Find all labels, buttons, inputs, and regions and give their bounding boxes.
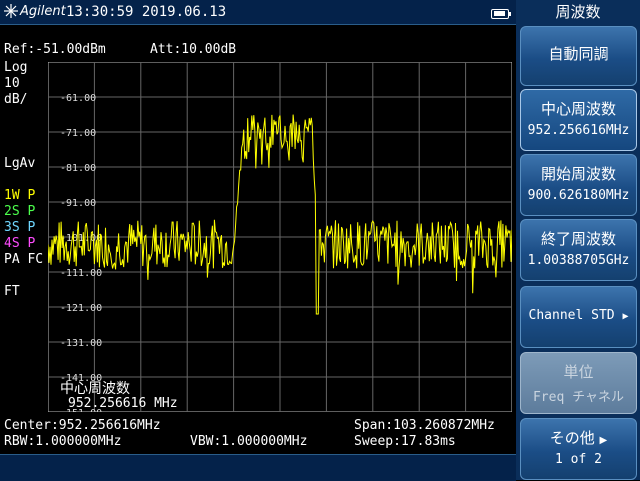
unit-options: Freq チャネル — [532, 390, 624, 405]
battery-icon — [491, 9, 511, 19]
channel-std-button[interactable]: Channel STD ▶ — [520, 286, 637, 348]
auto-tune-button[interactable]: 自動同調 — [520, 26, 637, 86]
span-frequency: Span:103.260872MHz — [354, 418, 495, 433]
datetime-display: 13:30:59 2019.06.13 — [66, 4, 227, 20]
vbw: VBW:1.000000MHz — [190, 434, 308, 449]
start-freq-value: 900.626180MHz — [527, 188, 630, 203]
y-tick-label: -61.00 — [60, 93, 96, 104]
center-freq-button[interactable]: 中心周波数 952.256616MHz — [520, 89, 637, 151]
trace-1-label: 1W P — [4, 188, 36, 203]
stop-freq-value: 1.00388705GHz — [527, 253, 630, 268]
scale-unit: dB/ — [4, 92, 28, 107]
more-button[interactable]: その他 ▶ 1 of 2 — [520, 418, 637, 480]
attenuation: Att:10.00dB — [150, 42, 237, 57]
start-freq-label: 開始周波数 — [540, 165, 616, 183]
marker-title: 中心周波数 — [60, 381, 130, 397]
center-freq-value: 952.256616MHz — [527, 123, 630, 138]
unit-label: 単位 — [563, 363, 594, 381]
scale-type: Log — [4, 60, 28, 75]
center-freq-label: 中心周波数 — [540, 100, 616, 118]
y-tick-label: -81.00 — [60, 163, 96, 174]
channel-std-label: Channel STD — [528, 308, 615, 323]
pa-fc-indicator: PA FC — [4, 252, 44, 267]
stop-freq-label: 終了周波数 — [540, 230, 616, 248]
auto-tune-label: 自動同調 — [548, 45, 609, 63]
spectrum-display[interactable]: -61.00-71.00-81.00-91.00-101.00-111.00-1… — [48, 62, 512, 412]
menu-title: 周波数 — [555, 3, 601, 21]
page-indicator: 1 of 2 — [555, 452, 602, 467]
center-frequency: Center:952.256616MHz — [4, 418, 161, 433]
bottom-status-bar — [0, 454, 516, 481]
sweep-time: Sweep:17.83ms — [354, 434, 456, 449]
scale-value: 10 — [4, 76, 20, 91]
trace-4-label: 4S P — [4, 236, 36, 251]
start-freq-button[interactable]: 開始周波数 900.626180MHz — [520, 154, 637, 216]
y-tick-label: -111.00 — [60, 268, 102, 279]
y-tick-label: -71.00 — [60, 128, 96, 139]
more-arrow-icon: ▶ — [599, 435, 608, 446]
y-tick-label: -131.00 — [60, 338, 102, 349]
trace-2-label: 2S P — [4, 204, 36, 219]
ref-level: Ref:-51.00dBm — [4, 42, 106, 57]
unit-button: 単位 Freq チャネル — [520, 352, 637, 414]
agilent-logo-icon — [4, 4, 18, 18]
ft-indicator: FT — [4, 284, 20, 299]
submenu-arrow-icon: ▶ — [622, 311, 629, 322]
more-label: その他 — [549, 429, 595, 447]
stop-freq-button[interactable]: 終了周波数 1.00388705GHz — [520, 219, 637, 281]
trace-3-label: 3S P — [4, 220, 36, 235]
detector-mode: LgAv — [4, 156, 36, 171]
marker-value: 952.256616 MHz — [68, 396, 178, 411]
brand-name: Agilent — [20, 4, 66, 19]
rbw: RBW:1.000000MHz — [4, 434, 122, 449]
y-tick-label: -121.00 — [60, 303, 102, 314]
y-tick-label: -91.00 — [60, 198, 96, 209]
